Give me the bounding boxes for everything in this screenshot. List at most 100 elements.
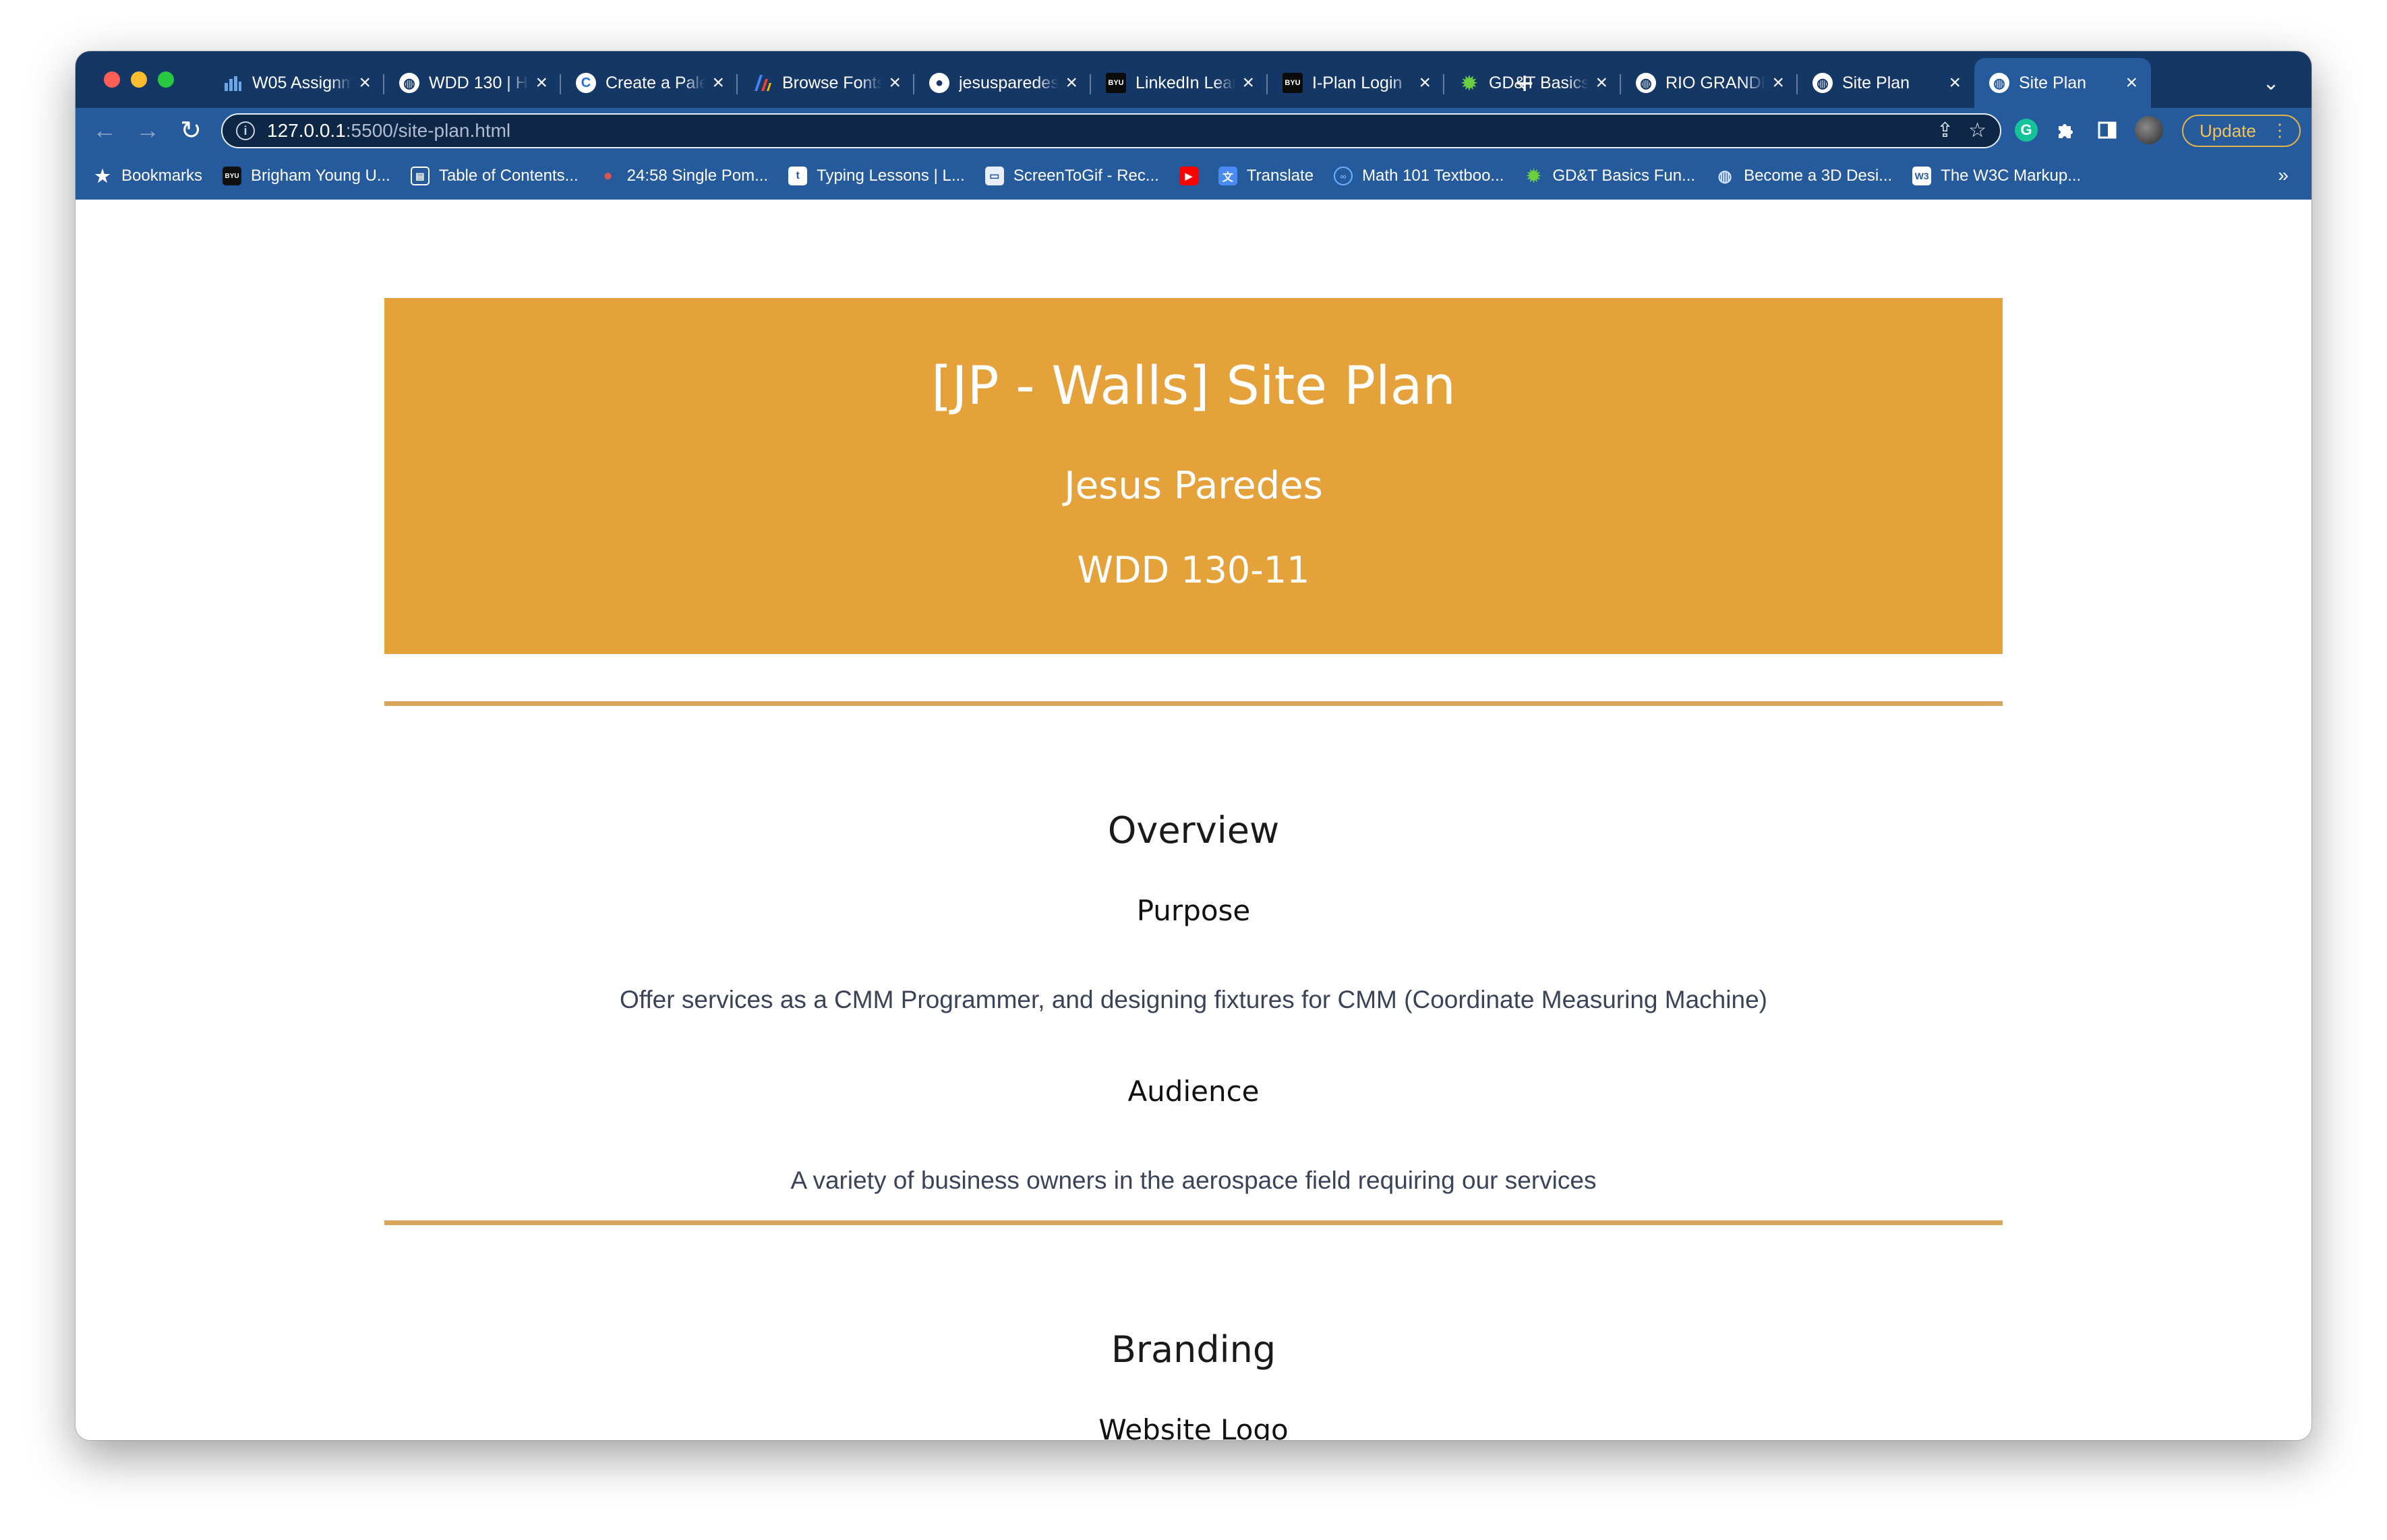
browser-toolbar: ← → ↻ i 127.0.0.1:5500/site-plan.html ⇪ … (76, 108, 2311, 152)
bookmark-item[interactable]: ◍ Become a 3D Desi... (1715, 167, 1893, 185)
bookmark-label: Translate (1246, 167, 1314, 185)
forward-arrow-icon[interactable]: → (131, 113, 165, 147)
bookmark-star-icon[interactable]: ☆ (1968, 119, 1986, 142)
byu-icon: BYU (223, 167, 242, 185)
maximize-window-button[interactable] (158, 71, 174, 88)
more-bookmarks-chevron-icon[interactable]: » (2278, 165, 2289, 186)
tab-linkedin-learning[interactable]: BYU LinkedIn Learning × (1091, 58, 1268, 108)
youtube-icon: ▶ (1179, 167, 1198, 185)
tab-w05-assignment[interactable]: W05 Assignment × (208, 58, 384, 108)
tab-strip: W05 Assignment × ◍ WDD 130 | Home × C Cr… (76, 51, 2311, 108)
close-icon[interactable]: × (2125, 73, 2138, 93)
update-button[interactable]: Update ⋮ (2182, 115, 2301, 147)
close-icon[interactable]: × (1065, 73, 1078, 93)
tab-title: W05 Assignment (252, 73, 353, 92)
bookmark-label: 24:58 Single Pom... (626, 167, 769, 185)
tab-title: Site Plan (2019, 73, 2087, 92)
share-icon[interactable]: ⇪ (1937, 119, 1953, 142)
browser-window: W05 Assignment × ◍ WDD 130 | Home × C Cr… (76, 51, 2311, 1440)
bookmark-item[interactable]: ✹ GD&T Basics Fun... (1524, 166, 1696, 186)
close-icon[interactable]: × (889, 73, 901, 93)
tab-github[interactable]: ● jesusparedes × (914, 58, 1091, 108)
bookmark-label: Become a 3D Desi... (1744, 167, 1893, 185)
fonts-site-icon (753, 73, 773, 93)
extension-area: G (2015, 113, 2163, 147)
grammarly-icon[interactable]: G (2015, 119, 2038, 142)
tab-site-plan[interactable]: ◍ Site Plan × (1798, 58, 1974, 108)
branding-heading: Branding (1111, 1328, 1276, 1371)
close-icon[interactable]: × (359, 73, 371, 93)
math-icon: ∞ (1334, 167, 1353, 185)
chart-icon (223, 73, 243, 93)
tab-search-chevron-icon[interactable]: ⌄ (2251, 58, 2291, 108)
new-tab-button[interactable]: + (1500, 58, 1550, 108)
bookmark-label: ScreenToGif - Rec... (1013, 167, 1159, 185)
minimize-window-button[interactable] (131, 71, 147, 88)
globe-icon: ◍ (399, 73, 419, 93)
w3c-icon: W3 (1912, 167, 1932, 185)
tab-title: I-Plan Login (1312, 73, 1403, 92)
back-arrow-icon[interactable]: ← (88, 113, 121, 147)
byu-icon: BYU (1283, 73, 1303, 93)
close-icon[interactable]: × (1772, 73, 1784, 93)
bookmark-item[interactable]: ▭ ScreenToGif - Rec... (984, 167, 1159, 185)
typing-icon: t (788, 167, 808, 185)
bookmark-label: Bookmarks (121, 167, 203, 185)
hero-banner: [JP - Walls] Site Plan Jesus Paredes WDD… (384, 298, 2003, 654)
url-host: 127.0.0.1 (267, 120, 346, 141)
close-icon[interactable]: × (535, 73, 548, 93)
bookmark-item[interactable]: BYU Brigham Young U... (223, 167, 390, 185)
close-icon[interactable]: × (1949, 73, 1961, 93)
tab-iplan-login[interactable]: BYU I-Plan Login × (1268, 58, 1444, 108)
course-code: WDD 130-11 (1077, 549, 1310, 591)
screen-icon: ▭ (984, 167, 1004, 185)
tab-title: jesusparedes (959, 73, 1059, 92)
page-viewport: [JP - Walls] Site Plan Jesus Paredes WDD… (76, 200, 2311, 1440)
bookmark-item[interactable]: 文 Translate (1218, 167, 1314, 185)
site-info-icon[interactable]: i (236, 121, 255, 140)
bookmark-item[interactable]: ▶ (1179, 167, 1198, 185)
website-logo-heading: Website Logo (1098, 1413, 1289, 1440)
reload-icon[interactable]: ↻ (174, 113, 208, 147)
menu-kebab-icon[interactable]: ⋮ (2271, 120, 2289, 141)
tab-browse-fonts[interactable]: Browse Fonts × (738, 58, 914, 108)
globe-icon: ◍ (1813, 73, 1833, 93)
book-icon: ▤ (410, 167, 430, 185)
address-bar[interactable]: i 127.0.0.1:5500/site-plan.html ⇪ ☆ (221, 113, 2001, 148)
bookmark-label: Typing Lessons | L... (817, 167, 965, 185)
url-path: :5500/site-plan.html (345, 120, 511, 141)
bookmark-item[interactable]: ● 24:58 Single Pom... (599, 167, 768, 185)
bookmark-label: Math 101 Textboo... (1362, 167, 1504, 185)
bookmark-item[interactable]: ★ Bookmarks (93, 165, 203, 186)
bookmark-item[interactable]: ∞ Math 101 Textboo... (1334, 167, 1504, 185)
star-icon: ★ (94, 165, 111, 186)
bookmark-item[interactable]: t Typing Lessons | L... (788, 167, 965, 185)
translate-icon: 文 (1218, 167, 1237, 185)
bookmark-item[interactable]: W3 The W3C Markup... (1912, 167, 2081, 185)
tab-wdd-130[interactable]: ◍ WDD 130 | Home × (384, 58, 561, 108)
tomato-icon: ● (603, 167, 613, 185)
tab-title: Create a Palette (606, 73, 706, 92)
tab-site-plan-active[interactable]: ◍ Site Plan × (1974, 58, 2151, 108)
close-window-button[interactable] (104, 71, 120, 88)
author-name: Jesus Paredes (1064, 464, 1323, 508)
url-text[interactable]: 127.0.0.1:5500/site-plan.html (267, 120, 510, 142)
puzzle-extensions-icon[interactable] (2051, 116, 2080, 144)
tab-rio-grande[interactable]: ◍ RIO GRANDE × (1621, 58, 1798, 108)
bookmark-label: The W3C Markup... (1941, 167, 2082, 185)
bookmarks-bar: ★ Bookmarks BYU Brigham Young U... ▤ Tab… (76, 152, 2311, 200)
tab-title: LinkedIn Learning (1136, 73, 1236, 92)
close-icon[interactable]: × (1595, 73, 1608, 93)
close-icon[interactable]: × (1419, 73, 1431, 93)
profile-avatar[interactable] (2135, 116, 2163, 144)
tab-list: W05 Assignment × ◍ WDD 130 | Home × C Cr… (208, 58, 2151, 108)
audience-heading: Audience (1127, 1075, 1260, 1108)
close-icon[interactable]: × (712, 73, 724, 93)
bookmark-item[interactable]: ▤ Table of Contents... (410, 167, 579, 185)
tab-create-palette[interactable]: C Create a Palette × (561, 58, 738, 108)
update-label: Update (2200, 120, 2256, 141)
close-icon[interactable]: × (1242, 73, 1254, 93)
page-title: [JP - Walls] Site Plan (931, 356, 1456, 417)
side-panel-icon[interactable] (2093, 116, 2121, 144)
address-bar-actions: ⇪ ☆ (1937, 119, 1986, 142)
